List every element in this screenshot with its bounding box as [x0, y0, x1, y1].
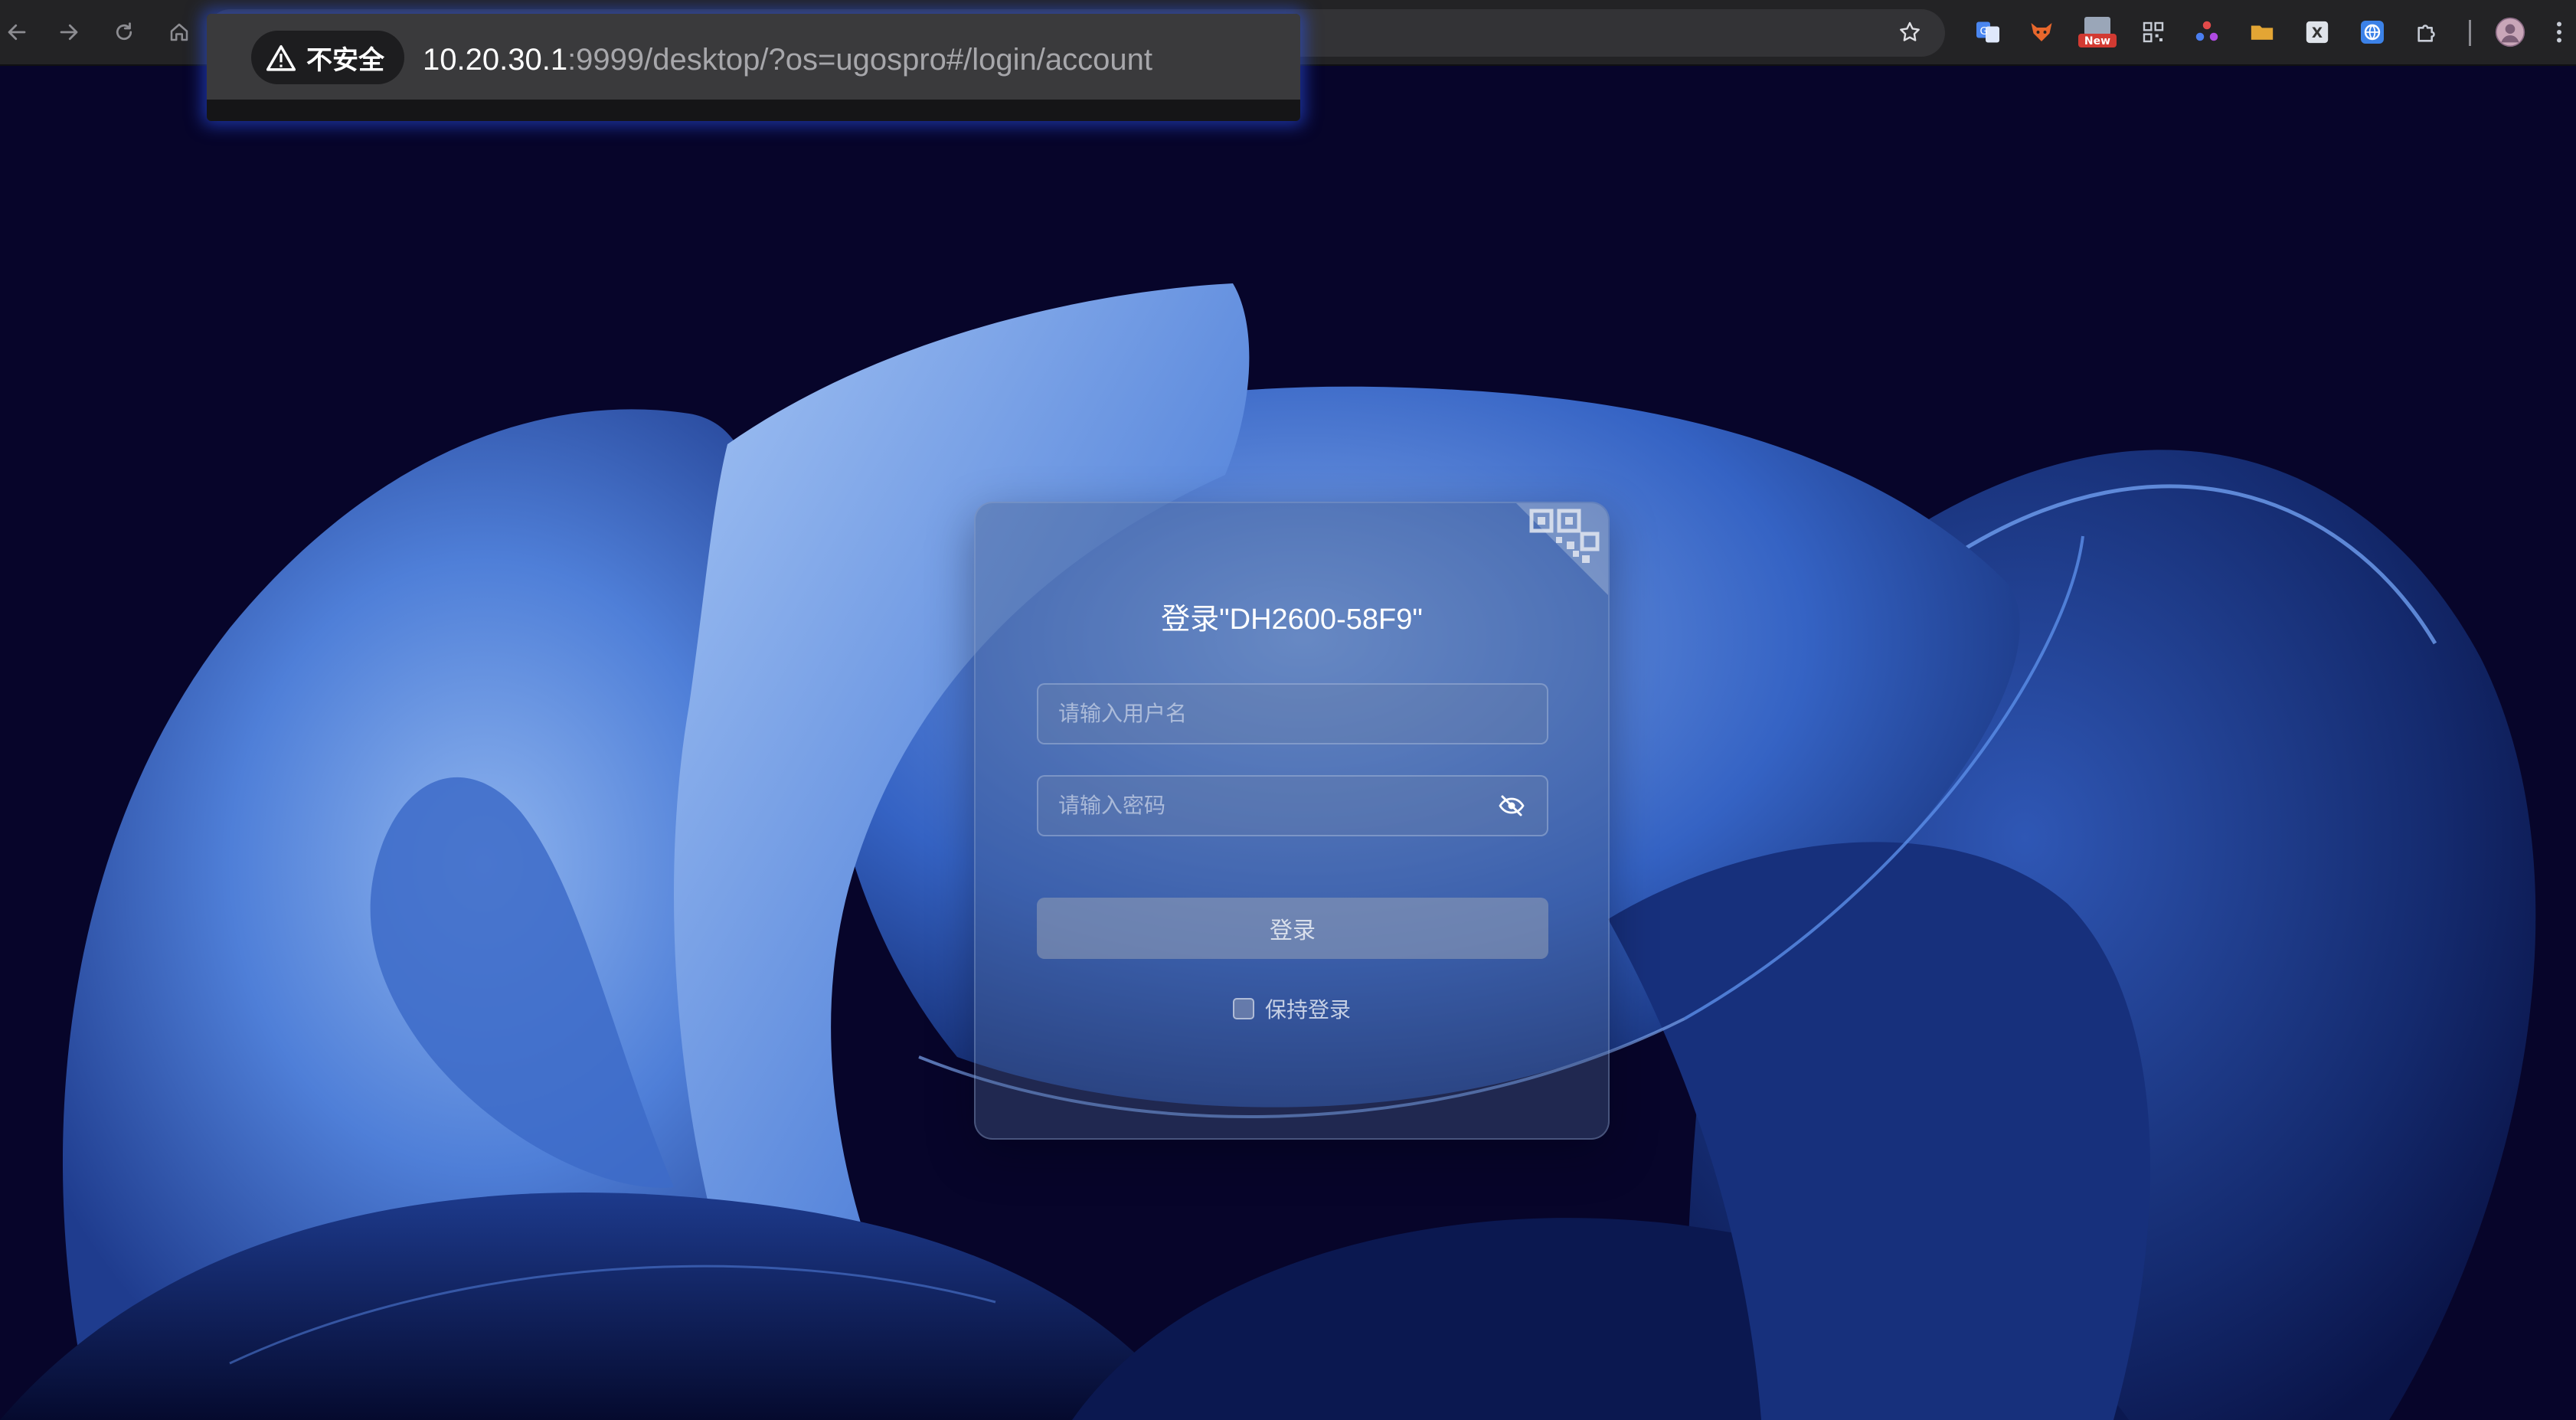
x-extension-icon[interactable]: X: [2300, 15, 2334, 49]
page-root: G New X 不安全 10.20.30.1:9999/desktop/?os=…: [0, 0, 2576, 1420]
back-arrow-icon[interactable]: [2, 17, 32, 47]
url-text[interactable]: 10.20.30.1:9999/desktop/?os=ugospro#/log…: [423, 43, 1152, 77]
eye-slash-icon[interactable]: [1496, 790, 1527, 821]
forward-arrow-icon[interactable]: [54, 17, 84, 47]
warning-triangle-icon: [266, 45, 296, 71]
toolbar-divider: [2469, 20, 2471, 46]
new-badge-text: New: [2084, 35, 2110, 47]
svg-text:G: G: [1980, 25, 1988, 38]
reload-icon[interactable]: [109, 17, 139, 47]
login-card: 登录"DH2600-58F9" 登录 保持登录: [974, 502, 1610, 1140]
fox-extension-icon[interactable]: [2025, 15, 2058, 49]
url-path: :9999/desktop/?os=ugospro#/login/account: [567, 43, 1152, 77]
profile-avatar[interactable]: [2493, 15, 2527, 49]
remember-login: 保持登录: [976, 993, 1608, 1024]
translate-extension-icon[interactable]: G: [1971, 15, 2005, 49]
security-label: 不安全: [306, 45, 384, 75]
puzzle-extension-icon[interactable]: [2411, 15, 2444, 49]
bookmark-star-icon[interactable]: [1893, 15, 1927, 49]
x-extension-label: X: [2312, 25, 2323, 41]
password-field: [1037, 775, 1548, 836]
globe-extension-icon[interactable]: [2355, 15, 2389, 49]
dots-extension-icon[interactable]: [2190, 15, 2224, 49]
qr-code-icon: [1516, 503, 1608, 595]
login-button[interactable]: 登录: [1037, 898, 1548, 959]
folder-extension-icon[interactable]: [2245, 15, 2279, 49]
security-indicator-chip[interactable]: 不安全: [251, 31, 404, 84]
qr-extension-icon[interactable]: [2136, 15, 2170, 49]
browser-menu-icon[interactable]: [2544, 17, 2574, 47]
address-bar-dropdown-edge: [207, 100, 1300, 121]
qr-login-corner[interactable]: [1516, 503, 1608, 595]
login-title: 登录"DH2600-58F9": [1161, 604, 1423, 636]
address-bar-field[interactable]: 不安全 10.20.30.1:9999/desktop/?os=ugospro#…: [207, 14, 1300, 100]
new-badge-extension-icon[interactable]: New: [2078, 15, 2117, 49]
url-host: 10.20.30.1: [423, 43, 568, 77]
username-field: [1037, 683, 1548, 744]
username-input[interactable]: [1058, 702, 1527, 726]
password-input[interactable]: [1058, 793, 1496, 818]
remember-label[interactable]: 保持登录: [1265, 993, 1351, 1024]
address-bar-popup[interactable]: 不安全 10.20.30.1:9999/desktop/?os=ugospro#…: [207, 14, 1300, 121]
remember-checkbox[interactable]: [1232, 998, 1254, 1019]
home-icon[interactable]: [164, 17, 195, 47]
